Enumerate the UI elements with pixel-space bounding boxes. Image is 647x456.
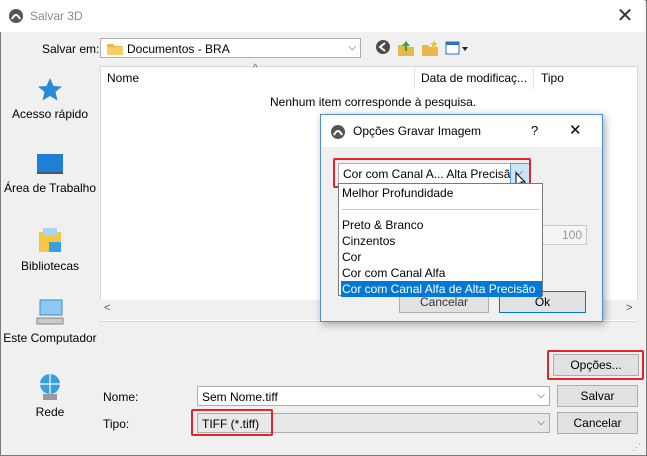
help-button[interactable]: ? [531, 123, 538, 138]
column-divider [533, 67, 534, 89]
close-button[interactable]: ✕ [612, 4, 638, 28]
folder-icon [107, 44, 123, 55]
sort-ascending-icon: ^ [253, 63, 258, 74]
highlight-type [191, 409, 273, 436]
save-in-label: Salvar em: [42, 42, 100, 56]
computer-icon [36, 299, 64, 325]
sidebar-item-label: Acesso rápido [11, 107, 89, 121]
chevron-down-icon: ⌵ [537, 417, 545, 428]
sidebar-item-network[interactable]: Rede [0, 372, 100, 419]
dialog-close-button[interactable]: ✕ [569, 121, 582, 139]
sidebar-item-label: Bibliotecas [20, 259, 80, 273]
chevron-down-icon: ⌵ [537, 390, 545, 401]
view-menu-icon[interactable] [445, 39, 471, 57]
column-header-date[interactable]: Data de modificaç... [421, 71, 527, 85]
resize-grip-icon[interactable]: ⋰ [632, 442, 644, 454]
sidebar-item-label: Este Computador [3, 331, 97, 345]
sidebar-item-desktop[interactable]: Área de Trabalho [0, 152, 100, 196]
highlight-options [547, 350, 644, 380]
color-depth-options-list[interactable]: Melhor Profundidade Preto & Branco Cinze… [338, 183, 543, 297]
sidebar-item-this-pc[interactable]: Este Computador [0, 298, 100, 346]
column-header-name[interactable]: Nome [107, 71, 139, 85]
column-header-type[interactable]: Tipo [541, 71, 564, 85]
save-button[interactable]: Salvar [557, 385, 638, 407]
app-logo-icon [9, 9, 23, 23]
sidebar-item-label: Área de Trabalho [3, 181, 97, 195]
folder-select[interactable]: Documentos - BRA ⌵ [100, 38, 361, 58]
scroll-left-icon[interactable]: < [104, 302, 110, 314]
title-bar: Salvar 3D ✕ [0, 0, 645, 32]
scroll-right-icon[interactable]: > [626, 302, 632, 314]
up-folder-icon[interactable] [397, 39, 415, 57]
option-best-depth[interactable]: Melhor Profundidade [341, 185, 542, 201]
option-color-alpha[interactable]: Cor com Canal Alfa [341, 265, 542, 281]
places-sidebar: Acesso rápido Área de Trabalho Bibliotec… [0, 66, 100, 436]
type-label: Tipo: [103, 417, 130, 431]
dialog-title: Opções Gravar Imagem [353, 124, 482, 138]
sidebar-item-label: Rede [35, 405, 65, 419]
app-logo-icon [331, 125, 345, 139]
name-label: Nome: [103, 390, 139, 404]
filename-input[interactable]: Sem Nome.tiff ⌵ [197, 386, 550, 406]
resolution-field[interactable]: 100 [541, 225, 587, 245]
column-divider [414, 67, 415, 89]
cancel-button[interactable]: Cancelar [557, 412, 638, 434]
list-separator [342, 209, 540, 210]
libraries-icon [39, 228, 61, 252]
folder-select-value: Documentos - BRA [127, 42, 230, 56]
option-black-white[interactable]: Preto & Branco [341, 217, 542, 233]
sidebar-item-libraries[interactable]: Bibliotecas [0, 226, 100, 273]
option-color[interactable]: Cor [341, 249, 542, 265]
option-grayscale[interactable]: Cinzentos [341, 233, 542, 249]
star-icon [38, 78, 62, 101]
chevron-down-icon: ⌵ [348, 42, 356, 53]
new-folder-icon[interactable] [421, 39, 439, 57]
sidebar-item-quick-access[interactable]: Acesso rápido [0, 76, 100, 121]
empty-message: Nenhum item corresponde à pesquisa. [270, 95, 477, 109]
option-color-alpha-high-precision[interactable]: Cor com Canal Alfa de Alta Precisão [341, 281, 542, 297]
window-title: Salvar 3D [30, 9, 83, 23]
desktop-icon [37, 154, 63, 174]
dialog-title-bar: Opções Gravar Imagem ? ✕ [321, 115, 602, 147]
network-icon [40, 374, 60, 400]
filename-value: Sem Nome.tiff [202, 390, 278, 404]
back-icon[interactable] [374, 39, 392, 57]
